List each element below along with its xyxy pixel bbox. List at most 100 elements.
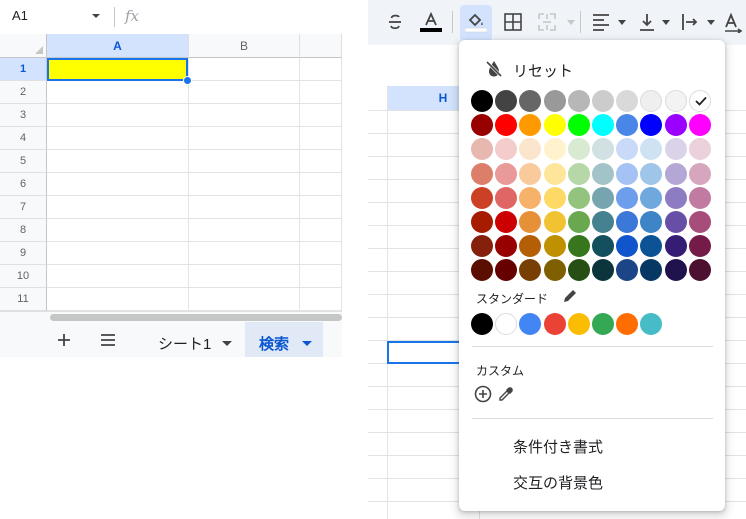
color-swatch[interactable] bbox=[592, 162, 614, 185]
name-box[interactable]: A1 bbox=[12, 8, 28, 23]
color-swatch[interactable] bbox=[543, 114, 566, 137]
standard-color-swatch[interactable] bbox=[592, 313, 614, 335]
tab-search[interactable]: 検索 bbox=[245, 322, 323, 357]
text-wrapping-icon[interactable] bbox=[679, 11, 701, 33]
color-swatch[interactable] bbox=[688, 186, 711, 209]
cell[interactable] bbox=[189, 173, 300, 196]
color-swatch[interactable] bbox=[616, 90, 639, 112]
color-swatch[interactable] bbox=[519, 235, 542, 258]
cell[interactable] bbox=[47, 81, 189, 104]
color-swatch[interactable] bbox=[543, 186, 566, 209]
cell[interactable] bbox=[189, 104, 300, 127]
color-swatch[interactable] bbox=[640, 259, 663, 282]
color-swatch[interactable] bbox=[543, 138, 566, 161]
cell[interactable] bbox=[300, 104, 342, 127]
eyedropper-icon[interactable] bbox=[497, 385, 515, 403]
cell[interactable] bbox=[189, 81, 300, 104]
color-swatch[interactable] bbox=[471, 162, 493, 185]
color-swatch[interactable] bbox=[688, 211, 711, 233]
borders-icon[interactable] bbox=[502, 11, 524, 33]
cell[interactable] bbox=[47, 127, 189, 150]
color-swatch[interactable] bbox=[640, 162, 663, 185]
color-swatch[interactable] bbox=[592, 90, 614, 112]
cell[interactable] bbox=[189, 127, 300, 150]
row-header-11[interactable]: 11 bbox=[0, 288, 47, 311]
column-header-b[interactable]: B bbox=[189, 34, 300, 58]
color-swatch[interactable] bbox=[567, 114, 590, 137]
column-header-a[interactable]: A bbox=[47, 34, 189, 58]
strikethrough-icon[interactable] bbox=[384, 11, 406, 33]
add-circle-icon[interactable] bbox=[474, 385, 492, 403]
merge-caret-icon[interactable] bbox=[567, 20, 575, 25]
cell[interactable] bbox=[300, 150, 342, 173]
color-swatch[interactable] bbox=[495, 186, 518, 209]
horizontal-align-icon[interactable] bbox=[590, 11, 612, 33]
color-swatch[interactable] bbox=[495, 90, 518, 112]
cell[interactable] bbox=[47, 150, 189, 173]
tab-menu-caret-icon[interactable] bbox=[222, 341, 232, 346]
color-swatch[interactable] bbox=[688, 114, 711, 137]
row-header-10[interactable]: 10 bbox=[0, 265, 47, 288]
color-swatch[interactable] bbox=[495, 211, 518, 233]
color-swatch[interactable] bbox=[495, 138, 518, 161]
color-swatch[interactable] bbox=[616, 235, 639, 258]
cell[interactable] bbox=[189, 196, 300, 219]
color-swatch[interactable] bbox=[664, 211, 687, 233]
color-swatch[interactable] bbox=[567, 162, 590, 185]
color-swatch[interactable] bbox=[616, 211, 639, 233]
cell[interactable] bbox=[47, 104, 189, 127]
color-swatch[interactable] bbox=[519, 138, 542, 161]
color-swatch[interactable] bbox=[592, 211, 614, 233]
color-swatch[interactable] bbox=[543, 162, 566, 185]
alternating-colors-item[interactable]: 交互の背景色 bbox=[513, 472, 603, 493]
color-swatch[interactable] bbox=[567, 186, 590, 209]
chevron-down-icon[interactable] bbox=[90, 10, 102, 22]
standard-color-swatch[interactable] bbox=[640, 313, 663, 335]
color-swatch[interactable] bbox=[640, 138, 663, 161]
cell[interactable] bbox=[189, 58, 300, 81]
color-swatch[interactable] bbox=[471, 211, 493, 233]
text-rotation-icon[interactable] bbox=[722, 11, 744, 33]
color-swatch[interactable] bbox=[471, 114, 493, 137]
color-swatch[interactable] bbox=[688, 259, 711, 282]
standard-color-swatch[interactable] bbox=[616, 313, 639, 335]
color-swatch[interactable] bbox=[543, 259, 566, 282]
cell[interactable] bbox=[47, 173, 189, 196]
fill-color-icon[interactable] bbox=[465, 11, 487, 33]
color-swatch[interactable] bbox=[519, 259, 542, 282]
color-swatch[interactable] bbox=[640, 186, 663, 209]
color-swatch[interactable] bbox=[495, 235, 518, 258]
select-all-corner[interactable] bbox=[0, 34, 47, 58]
color-swatch[interactable] bbox=[664, 235, 687, 258]
color-swatch[interactable] bbox=[640, 211, 663, 233]
color-swatch[interactable] bbox=[567, 211, 590, 233]
color-swatch[interactable] bbox=[616, 259, 639, 282]
text-color-icon[interactable] bbox=[420, 11, 442, 33]
row-header-1[interactable]: 1 bbox=[0, 58, 47, 81]
color-swatch[interactable] bbox=[664, 162, 687, 185]
color-swatch[interactable] bbox=[471, 235, 493, 258]
row-header-7[interactable]: 7 bbox=[0, 196, 47, 219]
color-swatch[interactable] bbox=[664, 138, 687, 161]
color-swatch[interactable] bbox=[688, 90, 711, 112]
color-swatch[interactable] bbox=[519, 114, 542, 137]
color-swatch[interactable] bbox=[592, 259, 614, 282]
color-swatch[interactable] bbox=[616, 114, 639, 137]
cell[interactable] bbox=[47, 288, 189, 311]
color-swatch[interactable] bbox=[567, 90, 590, 112]
standard-color-swatch[interactable] bbox=[567, 313, 590, 335]
color-swatch[interactable] bbox=[471, 138, 493, 161]
valign-caret-icon[interactable] bbox=[662, 20, 670, 25]
fill-handle[interactable] bbox=[183, 76, 192, 85]
horizontal-scrollbar[interactable] bbox=[0, 311, 342, 322]
cell[interactable] bbox=[300, 196, 342, 219]
color-swatch[interactable] bbox=[640, 114, 663, 137]
conditional-format-item[interactable]: 条件付き書式 bbox=[513, 436, 603, 457]
cell[interactable] bbox=[300, 265, 342, 288]
color-swatch[interactable] bbox=[471, 90, 493, 112]
color-swatch[interactable] bbox=[664, 90, 687, 112]
pencil-icon[interactable] bbox=[562, 288, 578, 304]
cell[interactable] bbox=[189, 288, 300, 311]
color-swatch[interactable] bbox=[616, 138, 639, 161]
vertical-align-icon[interactable] bbox=[636, 11, 658, 33]
